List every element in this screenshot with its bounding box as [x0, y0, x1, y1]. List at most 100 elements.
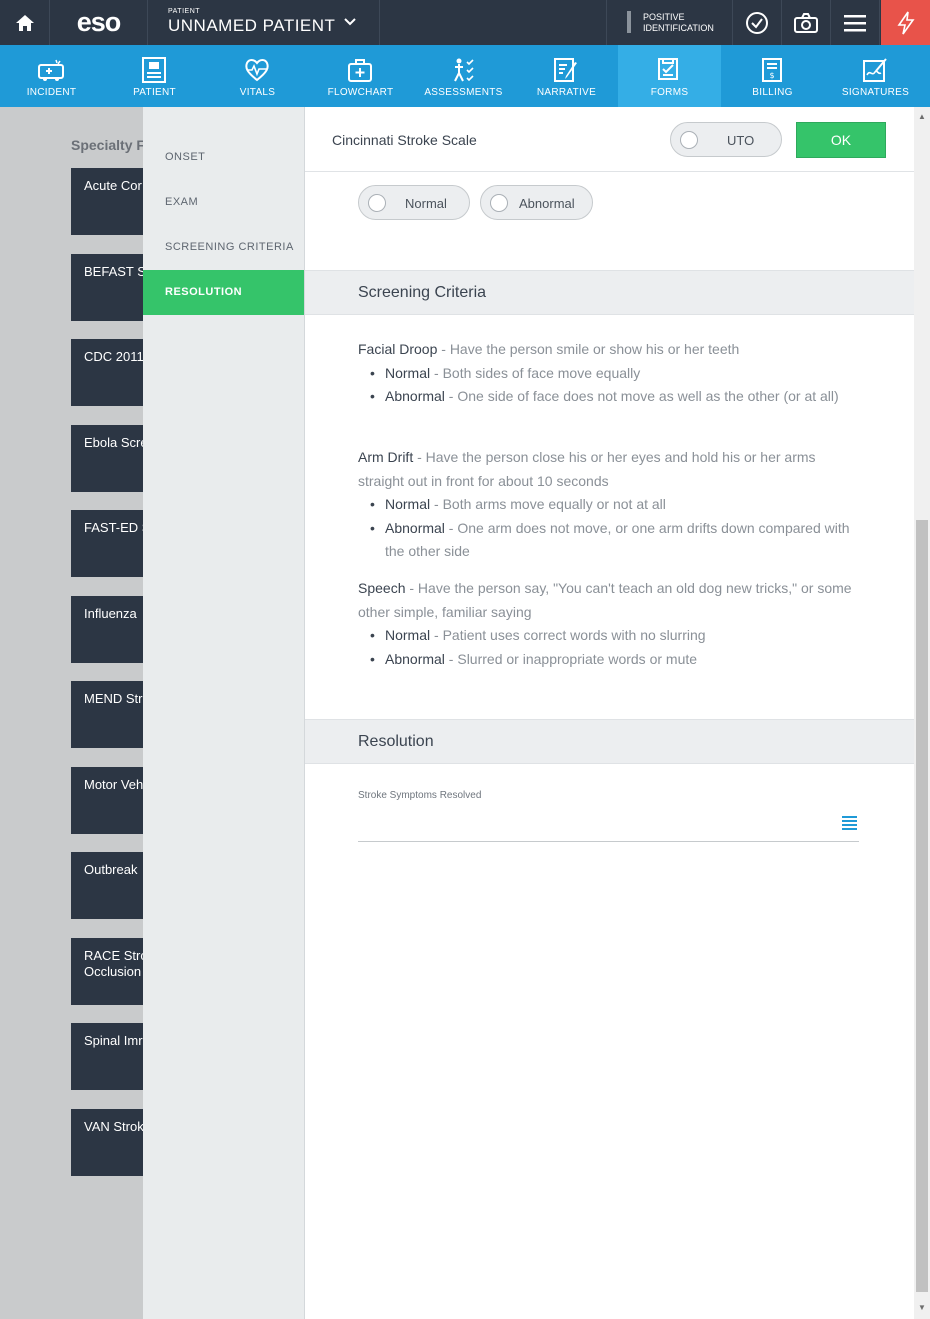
- uto-label: UTO: [727, 133, 755, 148]
- form-card[interactable]: Outbreak: [71, 852, 151, 919]
- form-section-menu: ONSET EXAM SCREENING CRITERIA RESOLUTION: [143, 107, 305, 1319]
- nav-label: BILLING: [752, 87, 793, 98]
- alert-button[interactable]: [881, 0, 930, 45]
- camera-icon: [794, 12, 818, 33]
- patient-chart-icon: [142, 57, 166, 83]
- nav-billing[interactable]: $ BILLING: [721, 45, 824, 107]
- radio-circle: [680, 131, 698, 149]
- stroke-symptoms-resolved-field[interactable]: [358, 841, 859, 842]
- svg-text:$: $: [769, 71, 774, 80]
- nav-assessments[interactable]: ASSESSMENTS: [412, 45, 515, 107]
- abnormal-label: Abnormal: [385, 519, 445, 536]
- scrollbar-thumb[interactable]: [916, 520, 928, 1292]
- abnormal-desc: - Slurred or inappropriate words or mute: [444, 650, 698, 667]
- scroll-down-arrow-icon[interactable]: ▼: [914, 1300, 930, 1316]
- section-resolution[interactable]: RESOLUTION: [143, 270, 304, 315]
- form-card[interactable]: Motor Veh: [71, 767, 151, 834]
- nav-label: INCIDENT: [26, 87, 77, 98]
- exam-normal-option[interactable]: Normal: [358, 185, 470, 220]
- check-circle-icon: [746, 11, 768, 34]
- nav-patient[interactable]: PATIENT: [103, 45, 206, 107]
- nav-label: SIGNATURES: [841, 87, 910, 98]
- form-card[interactable]: VAN Strok: [71, 1109, 151, 1176]
- section-screening-criteria[interactable]: SCREENING CRITERIA: [143, 225, 304, 270]
- camera-button[interactable]: [782, 0, 831, 45]
- exam-abnormal-option[interactable]: Abnormal: [480, 185, 593, 220]
- criterion-speech: Speech - Have the person say, "You can't…: [358, 577, 853, 671]
- ambulance-icon: [38, 59, 64, 81]
- normal-desc: - Both sides of face move equally: [430, 364, 641, 381]
- chevron-down-icon: [344, 18, 356, 26]
- section-exam[interactable]: EXAM: [143, 180, 304, 225]
- lightning-icon: [896, 11, 915, 34]
- menu-button[interactable]: [831, 0, 880, 45]
- form-card[interactable]: Acute Cor: [71, 168, 151, 235]
- hamburger-menu-icon: [844, 14, 866, 31]
- nav-flowchart[interactable]: FLOWCHART: [309, 45, 412, 107]
- validate-button[interactable]: [733, 0, 782, 45]
- abnormal-desc: - One arm does not move, or one arm drif…: [385, 519, 850, 560]
- nav-vitals[interactable]: VITALS: [206, 45, 309, 107]
- billing-icon: $: [762, 58, 782, 82]
- section-title: Resolution: [358, 733, 434, 750]
- nav-label: VITALS: [239, 87, 276, 98]
- form-card[interactable]: FAST-ED S: [71, 510, 151, 577]
- scroll-up-arrow-icon[interactable]: ▲: [914, 109, 930, 125]
- form-card-line: Occlusion: [84, 964, 142, 979]
- radio-circle: [490, 194, 508, 212]
- main-nav: INCIDENT PATIENT VITALS FLOWCHART ASSESS…: [0, 45, 930, 107]
- nav-label: FLOWCHART: [327, 87, 394, 98]
- criterion-desc: - Have the person smile or show his or h…: [437, 341, 740, 357]
- uto-toggle[interactable]: UTO: [670, 122, 782, 157]
- normal-desc: - Both arms move equally or not at all: [430, 496, 666, 512]
- section-onset[interactable]: ONSET: [143, 135, 304, 180]
- positive-identification-button[interactable]: POSITIVE IDENTIFICATION: [606, 0, 733, 45]
- criterion-name: Speech: [358, 580, 406, 596]
- nav-incident[interactable]: INCIDENT: [0, 45, 103, 107]
- abnormal-desc: - One side of face does not move as well…: [444, 388, 839, 404]
- positive-id-line2: IDENTIFICATION: [643, 23, 714, 33]
- normal-desc: - Patient uses correct words with no slu…: [430, 627, 706, 643]
- signature-icon: [863, 58, 887, 82]
- nav-label: PATIENT: [133, 87, 176, 98]
- radio-circle: [368, 194, 386, 212]
- forms-icon: [658, 58, 678, 80]
- nav-label: FORMS: [650, 87, 689, 98]
- criterion-facial-droop: Facial Droop - Have the person smile or …: [358, 338, 853, 409]
- criterion-name: Facial Droop: [358, 341, 438, 357]
- home-icon: [15, 14, 34, 31]
- criterion-name: Arm Drift: [358, 449, 414, 465]
- resolution-header: Resolution: [305, 719, 914, 764]
- form-header: Cincinnati Stroke Scale UTO OK: [305, 107, 914, 172]
- abnormal-label: Abnormal: [385, 650, 445, 667]
- form-title: Cincinnati Stroke Scale: [332, 132, 477, 148]
- form-card[interactable]: Ebola Scre: [71, 425, 151, 492]
- top-bar: eso PATIENT UNNAMED PATIENT POSITIVE IDE…: [0, 0, 930, 45]
- form-card-race[interactable]: RACE Stro Occlusion: [71, 938, 151, 1005]
- nav-label: NARRATIVE: [536, 87, 597, 98]
- form-card[interactable]: CDC 2011: [71, 339, 151, 406]
- patient-name: UNNAMED PATIENT: [168, 16, 336, 35]
- form-card[interactable]: Influenza: [71, 596, 151, 663]
- body-check-icon: [454, 58, 474, 82]
- list-picker-icon[interactable]: [842, 816, 858, 830]
- stroke-symptoms-resolved-label: Stroke Symptoms Resolved: [358, 790, 482, 801]
- abnormal-label: Abnormal: [385, 388, 445, 404]
- ok-button[interactable]: OK: [796, 122, 886, 158]
- nav-label: ASSESSMENTS: [424, 87, 503, 98]
- form-card[interactable]: MEND Str: [71, 681, 151, 748]
- patient-selector[interactable]: PATIENT UNNAMED PATIENT: [148, 0, 380, 45]
- option-label: Normal: [405, 196, 447, 211]
- section-title: Screening Criteria: [358, 284, 487, 301]
- form-card[interactable]: Spinal Imr: [71, 1023, 151, 1090]
- patient-caption: PATIENT: [168, 8, 201, 15]
- screening-criteria-header: Screening Criteria: [305, 270, 914, 315]
- nav-forms[interactable]: FORMS: [618, 45, 721, 107]
- form-card[interactable]: BEFAST St: [71, 254, 151, 321]
- home-button[interactable]: [0, 0, 50, 45]
- normal-label: Normal: [385, 496, 431, 512]
- medkit-icon: [348, 59, 372, 82]
- nav-signatures[interactable]: SIGNATURES: [824, 45, 927, 107]
- form-panel: Cincinnati Stroke Scale UTO OK Normal Ab…: [305, 107, 914, 1319]
- nav-narrative[interactable]: NARRATIVE: [515, 45, 618, 107]
